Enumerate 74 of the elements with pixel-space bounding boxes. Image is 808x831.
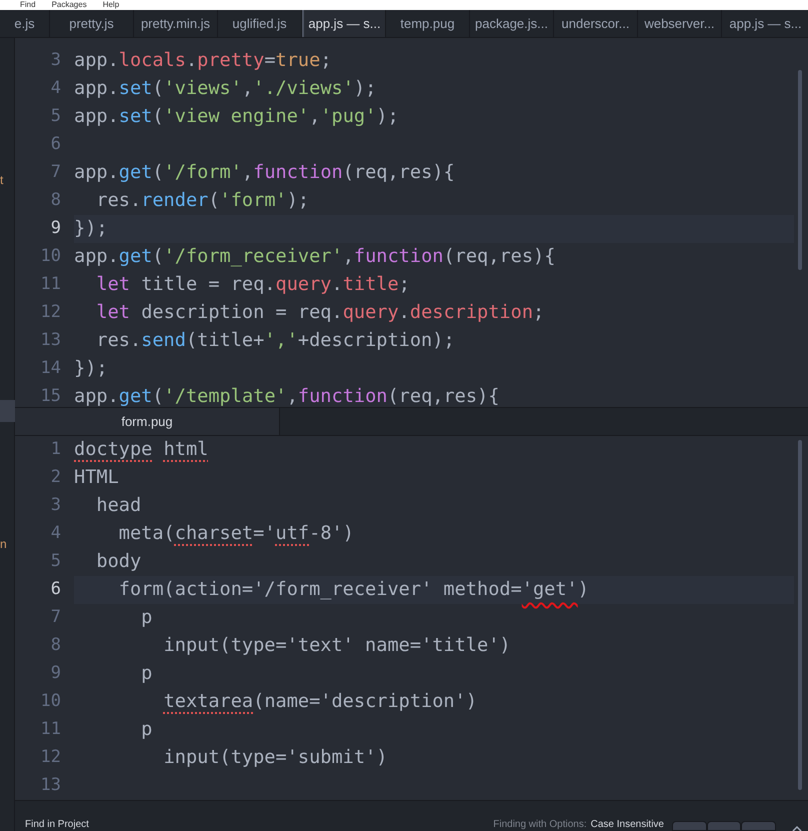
line-number: 11	[40, 273, 61, 296]
line-number: 9	[50, 662, 61, 686]
code-line: app.get('/form',function(req,res){	[74, 161, 455, 185]
editor-tab[interactable]: pretty.min.js	[134, 10, 218, 37]
line-number: 5	[50, 105, 61, 128]
option-toggle-button[interactable]	[672, 821, 707, 831]
code-line: p	[140, 718, 152, 742]
line-number: 13	[40, 329, 61, 352]
code-line: res.render('form');	[95, 189, 310, 213]
line-number: 2	[50, 466, 61, 490]
line-number: 1	[50, 438, 61, 462]
line-number: 4	[50, 77, 61, 100]
editor-tab[interactable]: app.js — s...	[302, 10, 386, 37]
line-number: 13	[40, 774, 61, 798]
code-line: form(action='/form_receiver' method='get')	[118, 578, 589, 602]
editor-tab[interactable]: package.js...	[470, 10, 554, 37]
line-number: 7	[50, 606, 61, 630]
code-line: app.set('view engine','pug');	[74, 105, 399, 129]
code-line: let description = req.query.description;	[95, 301, 544, 325]
code-line: app.set('views','./views');	[74, 77, 376, 101]
line-number: 12	[40, 746, 61, 770]
scrollbar-thumb[interactable]	[798, 440, 802, 790]
code-line: body	[95, 550, 142, 574]
code-line: doctype html	[74, 438, 208, 462]
line-number: 3	[50, 494, 61, 518]
editor-tab[interactable]: temp.pug	[386, 10, 470, 37]
options-label: Finding with Options:	[493, 819, 587, 831]
scrollbar-thumb[interactable]	[798, 70, 802, 270]
line-number: 5	[50, 550, 61, 574]
line-number: 9	[50, 217, 61, 240]
options-value: Case Insensitive	[590, 819, 664, 831]
line-number: 14	[40, 357, 61, 380]
editor-tab[interactable]: e.js	[0, 10, 50, 37]
code-line: meta(charset='utf-8')	[118, 522, 354, 546]
line-number: 8	[50, 634, 61, 658]
code-line: textarea(name='description')	[162, 690, 478, 714]
tree-item-text[interactable]: n	[0, 535, 7, 553]
line-number: 11	[40, 718, 61, 742]
menu-item[interactable]: Help	[102, 0, 120, 10]
editor-tab[interactable]: app.js — s...	[722, 10, 808, 37]
line-number: 15	[40, 385, 61, 407]
code-line: });	[74, 357, 108, 381]
editor-tab[interactable]: pretty.js	[50, 10, 134, 37]
line-number: 4	[50, 522, 61, 546]
line-number: 12	[40, 301, 61, 324]
menu-item[interactable]: Packages	[52, 0, 87, 10]
code-line: app.locals.pretty=true;	[74, 49, 332, 73]
editor-tab[interactable]: form.pug	[15, 408, 280, 435]
code-line: head	[95, 494, 142, 518]
panel-title: Find in Project	[25, 819, 89, 831]
code-line: let title = req.query.title;	[95, 273, 410, 297]
line-number: 6	[50, 133, 61, 156]
option-toggle-button[interactable]	[707, 821, 741, 831]
tree-item-text[interactable]: t	[0, 171, 4, 189]
code-line: p	[140, 662, 152, 686]
code-line: app.get('/template',function(req,res){	[74, 385, 500, 407]
line-number: 7	[50, 161, 61, 184]
code-line: res.send(title+','+description);	[95, 329, 455, 353]
line-number: 6	[50, 578, 61, 602]
line-number: 10	[40, 690, 61, 714]
line-number: 3	[50, 49, 61, 72]
code-line: input(type='submit')	[162, 746, 388, 770]
code-line: input(type='text' name='title')	[162, 634, 511, 658]
code-line: app.get('/form_receiver',function(req,res){	[74, 245, 556, 269]
tree-selection-highlight	[0, 400, 15, 422]
line-number: 8	[50, 189, 61, 212]
code-line: p	[140, 606, 152, 630]
option-toggle-button[interactable]	[741, 821, 776, 831]
editor-tab[interactable]: webserver...	[638, 10, 722, 37]
code-line: });	[74, 217, 108, 241]
menu-item[interactable]: Find	[20, 0, 36, 10]
editor-tab[interactable]: underscor...	[554, 10, 638, 37]
code-line: HTML	[74, 466, 119, 490]
line-number: 10	[40, 245, 61, 268]
